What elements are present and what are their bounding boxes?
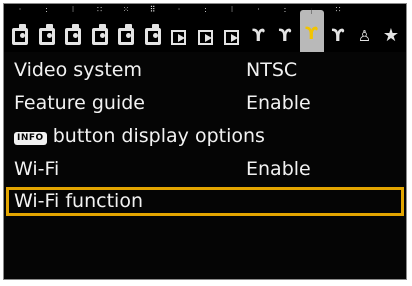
my-menu-icon: ★ — [382, 25, 400, 46]
setup-icon: ϒ — [305, 24, 318, 44]
menu-tab-setup[interactable]: ⁝ ϒ — [299, 7, 324, 52]
menu-tab-shooting[interactable]: ∷ — [88, 4, 112, 52]
shooting-icon — [118, 24, 134, 45]
tab-page-indicator: ⁝ — [230, 5, 234, 14]
menu-item-value: Enable — [246, 158, 311, 180]
tab-glyph — [37, 24, 57, 45]
tab-glyph — [143, 24, 163, 45]
menu-item-wifi[interactable]: Wi-Fi Enable — [6, 157, 404, 182]
menu-tab-setup[interactable]: ∷ ϒ — [326, 4, 350, 52]
menu-item-label: Feature guide — [14, 92, 145, 114]
menu-tab-custom-function[interactable]: ♙ — [353, 4, 377, 52]
tab-page-indicator: ∷ — [335, 5, 341, 14]
menu-item-value: Enable — [246, 92, 311, 114]
tab-glyph — [10, 24, 30, 45]
menu-tab-shooting[interactable]: ⁙ — [114, 4, 138, 52]
playback-icon — [171, 30, 186, 45]
shooting-icon — [144, 24, 161, 45]
tab-page-indicator: ⠿ — [149, 5, 156, 14]
menu-tab-shooting[interactable]: ⁝ — [61, 4, 85, 52]
tab-page-indicator: ⁝ — [310, 7, 313, 16]
menu-tab-setup[interactable]: · ϒ — [247, 4, 271, 52]
menu-tab-shooting[interactable]: · — [8, 4, 32, 52]
menu-item-video-system[interactable]: Video system NTSC — [6, 58, 404, 83]
tab-page-indicator: : — [45, 5, 48, 14]
menu-tab-bar: ·: ⁝ ∷ ⁙ ⠿ ·: ⁝ · ϒ: ϒ ⁝ ϒ ∷ ϒ ♙ ★ — [4, 4, 406, 52]
menu-tab-shooting[interactable]: ⠿ — [141, 4, 165, 52]
tab-page-indicator: ⁙ — [122, 5, 130, 14]
menu-empty-row — [6, 255, 404, 279]
setup-icon: ϒ — [278, 26, 292, 46]
setup-icon: ϒ — [331, 26, 345, 46]
shooting-icon — [65, 24, 81, 45]
tab-glyph — [90, 24, 110, 45]
tab-glyph — [169, 29, 189, 45]
info-button-icon: INFO — [14, 132, 47, 145]
tab-glyph: ★ — [381, 25, 401, 46]
menu-tab-my-menu[interactable]: ★ — [379, 4, 403, 52]
tab-page-indicator: ⁝ — [71, 5, 75, 14]
shooting-icon — [91, 24, 108, 45]
tab-page-indicator: : — [283, 5, 287, 14]
tab-glyph — [196, 29, 216, 45]
menu-item-label: INFO button display options — [14, 124, 265, 149]
menu-item-label-text: button display options — [46, 125, 265, 147]
menu-tab-playback[interactable]: ⁝ — [220, 4, 244, 52]
custom-function-icon: ♙ — [357, 27, 372, 45]
menu-item-value: NTSC — [246, 59, 298, 81]
tab-page-indicator: · — [18, 5, 22, 14]
tab-glyph: ♙ — [355, 27, 375, 45]
shooting-icon — [12, 24, 28, 45]
menu-item-label: Video system — [14, 59, 142, 81]
tab-glyph — [116, 24, 136, 45]
tab-page-indicator: · — [177, 5, 181, 14]
setup-icon: ϒ — [252, 26, 265, 46]
tab-glyph: ϒ — [302, 24, 322, 44]
tab-page-indicator: ∷ — [96, 5, 103, 14]
shooting-icon — [38, 24, 55, 45]
menu-empty-row — [6, 222, 404, 247]
tab-page-indicator: · — [257, 5, 260, 14]
tab-page-indicator: : — [204, 5, 207, 14]
playback-icon — [224, 30, 239, 45]
menu-tab-setup[interactable]: :ϒ — [273, 4, 297, 52]
menu-item-wifi-function[interactable]: Wi-Fi function — [6, 187, 404, 216]
menu-item-feature-guide[interactable]: Feature guide Enable — [6, 91, 404, 116]
tab-glyph — [63, 24, 83, 45]
menu-item-info-button-display[interactable]: INFO button display options — [6, 124, 404, 149]
menu-tab-shooting[interactable]: : — [35, 4, 59, 52]
tab-glyph — [222, 29, 242, 45]
tab-glyph: ϒ — [328, 26, 348, 46]
camera-menu-screen: ·: ⁝ ∷ ⁙ ⠿ ·: ⁝ · ϒ: ϒ ⁝ ϒ ∷ ϒ ♙ ★ Video system NTSC Fe… — [3, 3, 407, 280]
tab-glyph: ϒ — [249, 26, 269, 46]
menu-item-label: Wi-Fi function — [14, 190, 143, 212]
playback-icon — [197, 30, 213, 45]
menu-tab-playback[interactable]: : — [194, 4, 218, 52]
menu-tab-playback[interactable]: · — [167, 4, 191, 52]
menu-item-label: Wi-Fi — [14, 158, 60, 180]
tab-glyph: ϒ — [275, 26, 295, 46]
